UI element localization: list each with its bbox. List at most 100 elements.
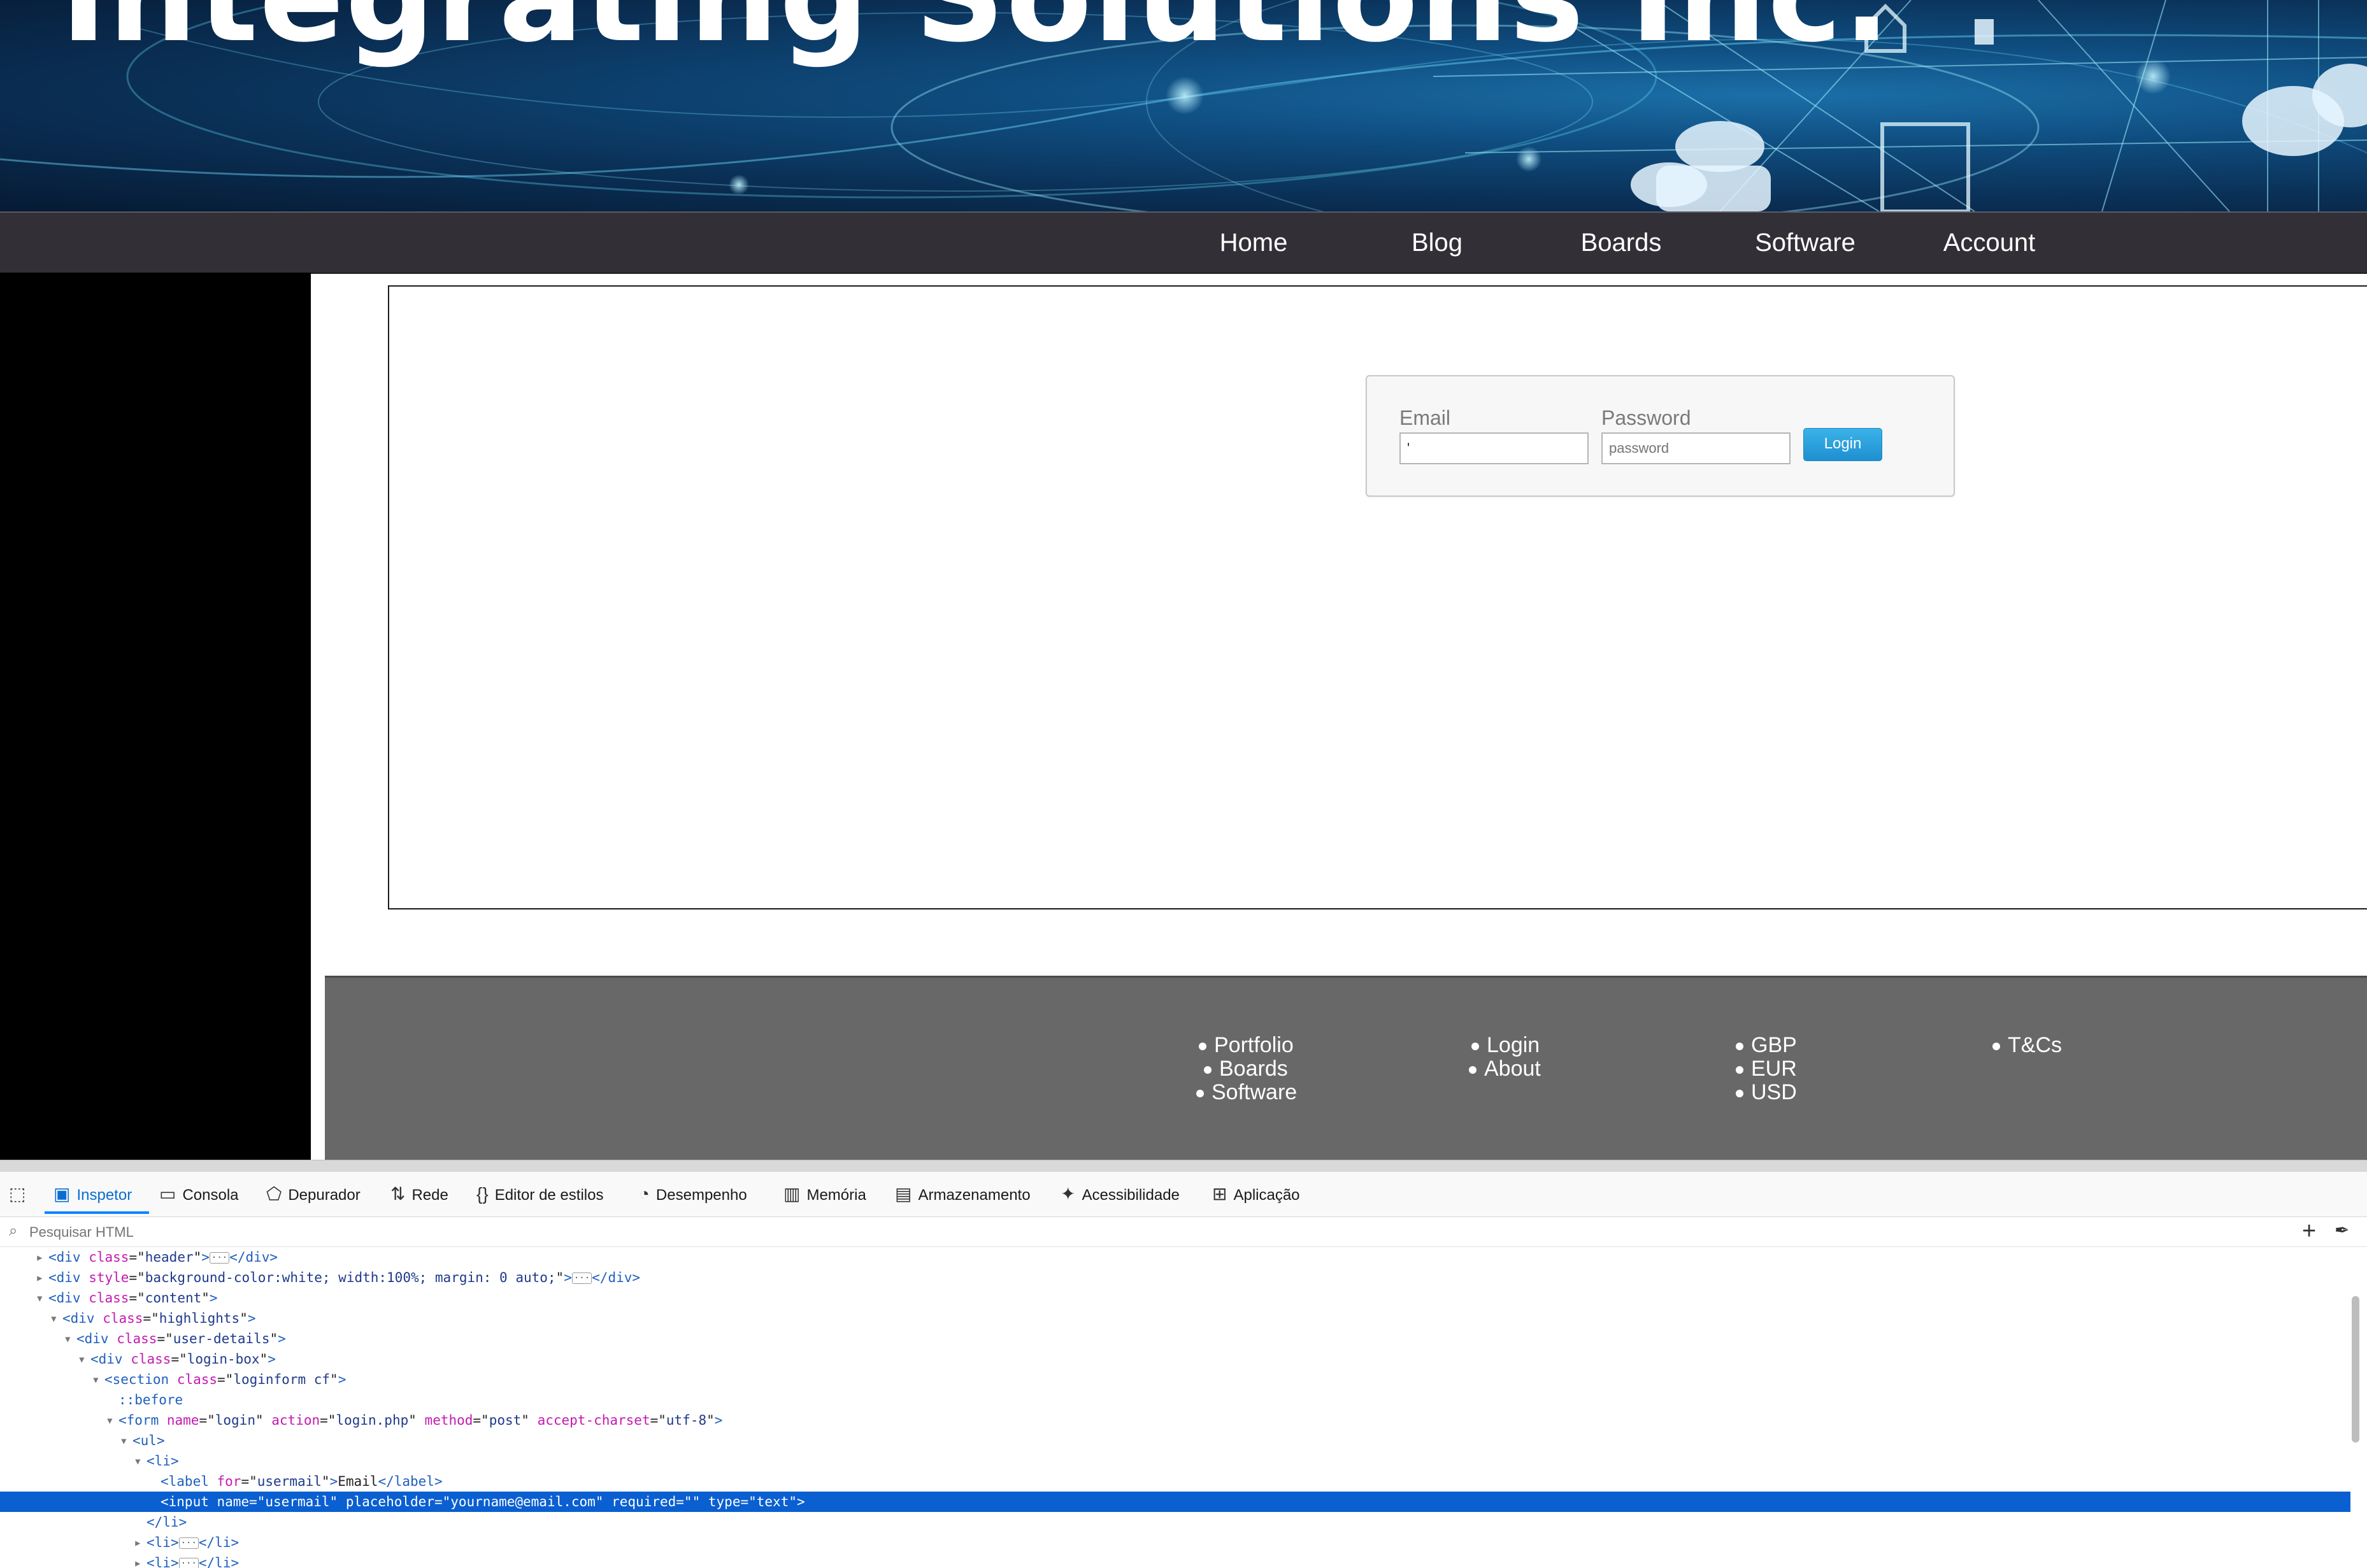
bullet-icon [1992,1043,2000,1051]
expand-toggle-icon[interactable]: ▾ [64,1329,76,1349]
tab-inspector[interactable]: ▣ Inspetor [54,1172,132,1216]
tab-console[interactable]: ▭ Consola [159,1172,239,1216]
markup-line[interactable]: ::before [0,1390,2350,1410]
main-nav: Home Blog Boards Software Account [0,211,2367,274]
markup-line[interactable]: ▸ <li> ··· </li> [0,1553,2350,1568]
nav-home[interactable]: Home [1177,213,1330,273]
tab-storage[interactable]: ▤ Armazenamento [895,1172,1031,1216]
add-node-button[interactable]: + [2302,1217,2316,1245]
markup-line[interactable]: ▾ <ul> [0,1430,2350,1451]
email-field[interactable] [1399,432,1589,464]
password-label: Password [1601,406,1691,429]
markup-line[interactable]: </li> [0,1512,2350,1532]
footer-link-login[interactable]: Login [1471,1033,1540,1058]
markup-line[interactable]: ▾ <div class="highlights"> [0,1308,2350,1329]
footer [325,976,2367,1162]
password-field[interactable] [1601,432,1791,464]
tab-memory[interactable]: ▥ Memória [783,1172,866,1216]
markup-line[interactable]: ▾ <div class="login-box"> [0,1349,2350,1369]
markup-line[interactable]: ▸ <div style="background-color:white; wid… [0,1267,2350,1288]
nav-boards[interactable]: Boards [1545,213,1698,273]
left-sidebar [0,273,311,1160]
memory-icon: ▥ [783,1184,801,1204]
expand-toggle-icon[interactable]: ▾ [134,1451,147,1471]
footer-link-tcs[interactable]: T&Cs [1992,1033,2062,1058]
bullet-icon [1199,1043,1206,1051]
footer-link-about[interactable]: About [1469,1057,1541,1081]
expand-toggle-icon[interactable]: ▾ [78,1349,90,1369]
markup-line[interactable]: ▾ <li> [0,1451,2350,1471]
collapsed-node-icon[interactable]: ··· [178,1537,199,1549]
storage-icon: ▤ [895,1184,912,1204]
collapsed-node-icon[interactable]: ··· [178,1558,199,1568]
markup-line[interactable]: ▾ <section class="loginform cf"> [0,1369,2350,1390]
email-label: Email [1399,406,1451,429]
active-tab-indicator [45,1211,149,1214]
header-banner: Integrating Solutions Inc. [0,0,2367,211]
markup-view: ▸ <div class="header"> ··· </div> ▸ <div styl… [0,1247,2350,1568]
markup-line[interactable]: ▸ <li> ··· </li> [0,1532,2350,1553]
network-icon: ⇅ [390,1184,406,1204]
bullet-icon [1204,1066,1212,1074]
bullet-icon [1736,1090,1743,1098]
tab-accessibility[interactable]: ✦ Acessibilidade [1061,1172,1180,1216]
search-icon: ⌕ [9,1222,18,1239]
markup-line[interactable]: ▸ <div class="header"> ··· </div> [0,1247,2350,1267]
style-editor-icon: {} [476,1184,489,1204]
devtools-toolbar: ⬚ ▣ Inspetor ▭ Consola ⬠ Depurador ⇅ Rede {}… [0,1172,2367,1217]
element-picker-icon[interactable]: ⬚ [9,1172,32,1216]
console-icon: ▭ [159,1184,176,1204]
expand-toggle-icon[interactable]: ▸ [36,1247,48,1267]
collapsed-node-icon[interactable]: ··· [571,1272,592,1284]
html-search-bar: ⌕ + ✒ [0,1217,2367,1247]
expand-toggle-icon[interactable]: ▸ [134,1532,147,1553]
footer-link-usd[interactable]: USD [1736,1080,1797,1105]
tab-debugger[interactable]: ⬠ Depurador [266,1172,361,1216]
expand-toggle-icon[interactable]: ▾ [120,1430,132,1451]
devtools-splitter[interactable] [0,1160,2367,1172]
markup-scrollbar[interactable] [2352,1296,2359,1443]
expand-toggle-icon[interactable]: ▾ [36,1288,48,1308]
expand-toggle-icon[interactable]: ▾ [106,1410,118,1430]
footer-link-gbp[interactable]: GBP [1736,1033,1797,1058]
nav-account[interactable]: Account [1913,213,2066,273]
debugger-icon: ⬠ [266,1184,282,1204]
markup-line[interactable]: <label for="usermail">Email</label> [0,1471,2350,1492]
expand-toggle-icon[interactable]: ▾ [92,1369,104,1390]
bullet-icon [1736,1066,1743,1074]
markup-line[interactable]: ▾ <div class="content"> [0,1288,2350,1308]
markup-line-selected[interactable]: <input name="usermail" placeholder="your… [0,1492,2350,1512]
tab-performance[interactable]: ◔ Desempenho [639,1172,747,1216]
collapsed-node-icon[interactable]: ··· [209,1252,230,1264]
expand-toggle-icon[interactable]: ▾ [50,1308,62,1329]
footer-link-software[interactable]: Software [1196,1080,1297,1105]
bullet-icon [1736,1043,1743,1051]
footer-link-eur[interactable]: EUR [1736,1057,1797,1081]
tab-application[interactable]: ⊞ Aplicação [1212,1172,1300,1216]
site-title: Integrating Solutions Inc. [61,0,1892,70]
tab-style-editor[interactable]: {} Editor de estilos [476,1172,603,1216]
tab-network[interactable]: ⇅ Rede [390,1172,448,1216]
login-button[interactable]: Login [1803,428,1882,461]
accessibility-icon: ✦ [1061,1184,1076,1204]
nav-blog[interactable]: Blog [1361,213,1513,273]
inspector-icon: ▣ [54,1184,71,1204]
eyedropper-icon[interactable]: ✒ [2335,1220,2349,1241]
bullet-icon [1471,1043,1479,1051]
application-icon: ⊞ [1212,1184,1227,1204]
footer-link-boards[interactable]: Boards [1204,1057,1288,1081]
expand-toggle-icon[interactable]: ▸ [134,1553,147,1568]
html-search-input[interactable] [28,1221,1177,1244]
expand-toggle-icon[interactable]: ▸ [36,1267,48,1288]
performance-icon: ◔ [639,1184,650,1204]
nav-software[interactable]: Software [1729,213,1882,273]
markup-line[interactable]: ▾ <div class="user-details"> [0,1329,2350,1349]
footer-link-portfolio[interactable]: Portfolio [1199,1033,1294,1058]
bullet-icon [1196,1090,1204,1098]
bullet-icon [1469,1066,1477,1074]
markup-line[interactable]: ▾ <form name="login" action="login.php" m… [0,1410,2350,1430]
